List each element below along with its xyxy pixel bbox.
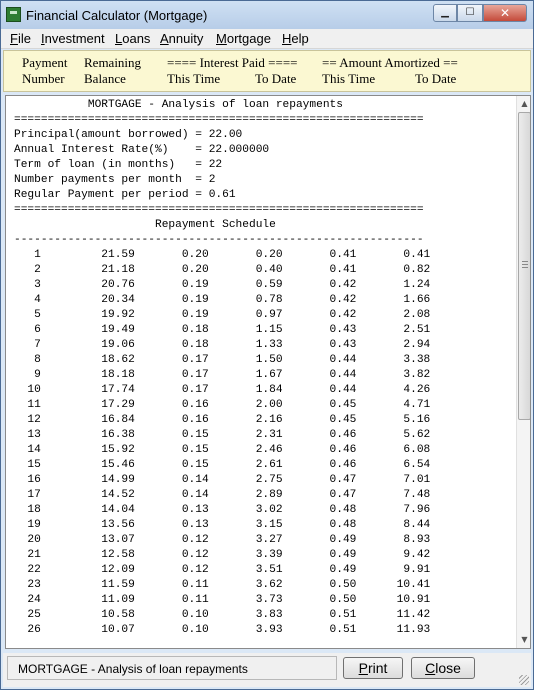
report-text-area[interactable]: MORTGAGE - Analysis of loan repayments ==…: [5, 95, 531, 649]
col-payment-label: Payment: [22, 55, 68, 70]
summary-line-0: Principal(amount borrowed) = 22.00: [14, 129, 243, 141]
schedule-row: 9 18.18 0.17 1.67 0.44 3.82: [14, 369, 431, 381]
close-button[interactable]: Close: [411, 657, 475, 679]
summary-line-1: Annual Interest Rate(%) = 22.000000: [14, 144, 270, 156]
status-panel: MORTGAGE - Analysis of loan repayments: [7, 656, 337, 680]
schedule-row: 5 19.92 0.19 0.97 0.42 2.08: [14, 309, 431, 321]
schedule-row: 2 21.18 0.20 0.40 0.41 0.82: [14, 264, 431, 276]
close-window-button[interactable]: ✕: [483, 4, 527, 22]
schedule-row: 17 14.52 0.14 2.89 0.47 7.48: [14, 489, 431, 501]
scroll-down-arrow-icon[interactable]: ▼: [519, 634, 530, 646]
summary-line-4: Regular Payment per period = 0.61: [14, 189, 236, 201]
menu-loans[interactable]: Loans: [115, 31, 150, 46]
schedule-row: 21 12.58 0.12 3.39 0.49 9.42: [14, 549, 431, 561]
print-button[interactable]: Print: [343, 657, 403, 679]
interest-paid-group-label: ==== Interest Paid ====: [167, 55, 298, 70]
status-bar: MORTGAGE - Analysis of loan repayments P…: [3, 653, 531, 687]
maximize-button[interactable]: ☐: [457, 4, 483, 22]
window-title: Financial Calculator (Mortgage): [26, 8, 208, 23]
report-separator: ========================================…: [14, 114, 424, 126]
summary-line-3: Number payments per month = 2: [14, 174, 216, 186]
schedule-row: 18 14.04 0.13 3.02 0.48 7.96: [14, 504, 431, 516]
report-dash-separator: ----------------------------------------…: [14, 234, 424, 246]
menu-investment[interactable]: Investment: [41, 31, 105, 46]
status-text: MORTGAGE - Analysis of loan repayments: [18, 662, 248, 676]
schedule-row: 25 10.58 0.10 3.83 0.51 11.42: [14, 609, 431, 621]
schedule-row: 11 17.29 0.16 2.00 0.45 4.71: [14, 399, 431, 411]
schedule-row: 3 20.76 0.19 0.59 0.42 1.24: [14, 279, 431, 291]
schedule-row: 16 14.99 0.14 2.75 0.47 7.01: [14, 474, 431, 486]
schedule-row: 22 12.09 0.12 3.51 0.49 9.91: [14, 564, 431, 576]
report-separator: ========================================…: [14, 204, 424, 216]
schedule-row: 6 19.49 0.18 1.15 0.43 2.51: [14, 324, 431, 336]
menu-file[interactable]: File: [10, 31, 31, 46]
calculator-app-icon: [6, 7, 21, 22]
amount-amortized-group-label: == Amount Amortized ==: [322, 55, 458, 70]
summary-line-2: Term of loan (in months) = 22: [14, 159, 223, 171]
schedule-row: 15 15.46 0.15 2.61 0.46 6.54: [14, 459, 431, 471]
interest-to-date-label: To Date: [255, 71, 297, 86]
schedule-title: Repayment Schedule: [14, 219, 276, 231]
column-header: Payment Number Remaining Balance ==== In…: [3, 50, 531, 92]
schedule-row: 19 13.56 0.13 3.15 0.48 8.44: [14, 519, 431, 531]
amortized-to-date-label: To Date: [415, 71, 457, 86]
scroll-up-arrow-icon[interactable]: ▲: [519, 98, 530, 110]
menu-help[interactable]: Help: [282, 31, 309, 46]
schedule-row: 12 16.84 0.16 2.16 0.45 5.16: [14, 414, 431, 426]
col-remaining-label: Remaining: [84, 55, 142, 70]
schedule-row: 24 11.09 0.11 3.73 0.50 10.91: [14, 594, 431, 606]
menu-mortgage[interactable]: Mortgage: [216, 31, 271, 46]
interest-this-time-label: This Time: [167, 71, 221, 86]
scroll-thumb[interactable]: [518, 112, 530, 420]
amortized-this-time-label: This Time: [322, 71, 376, 86]
schedule-row: 26 10.07 0.10 3.93 0.51 11.93: [14, 624, 431, 636]
schedule-row: 1 21.59 0.20 0.20 0.41 0.41: [14, 249, 431, 261]
schedule-row: 14 15.92 0.15 2.46 0.46 6.08: [14, 444, 431, 456]
schedule-row: 13 16.38 0.15 2.31 0.46 5.62: [14, 429, 431, 441]
schedule-row: 8 18.62 0.17 1.50 0.44 3.38: [14, 354, 431, 366]
col-number-label: Number: [22, 71, 65, 86]
schedule-row: 4 20.34 0.19 0.78 0.42 1.66: [14, 294, 431, 306]
schedule-row: 20 13.07 0.12 3.27 0.49 8.93: [14, 534, 431, 546]
vertical-scrollbar[interactable]: ▲ ▼: [516, 96, 530, 648]
menu-bar: File Investment Loans Annuity Mortgage H…: [1, 29, 533, 49]
title-bar[interactable]: Financial Calculator (Mortgage) ▁ ☐ ✕: [1, 1, 533, 29]
schedule-row: 23 11.59 0.11 3.62 0.50 10.41: [14, 579, 431, 591]
report-content: MORTGAGE - Analysis of loan repayments ==…: [14, 98, 430, 638]
app-window: Financial Calculator (Mortgage) ▁ ☐ ✕ Fi…: [0, 0, 534, 690]
col-balance-label: Balance: [84, 71, 126, 86]
minimize-button[interactable]: ▁: [433, 4, 457, 22]
menu-annuity[interactable]: Annuity: [160, 31, 203, 46]
report-title: MORTGAGE - Analysis of loan repayments: [14, 99, 343, 111]
resize-grip-icon[interactable]: [519, 675, 529, 685]
schedule-row: 10 17.74 0.17 1.84 0.44 4.26: [14, 384, 431, 396]
scroll-grip-icon: [522, 261, 528, 268]
schedule-row: 7 19.06 0.18 1.33 0.43 2.94: [14, 339, 431, 351]
